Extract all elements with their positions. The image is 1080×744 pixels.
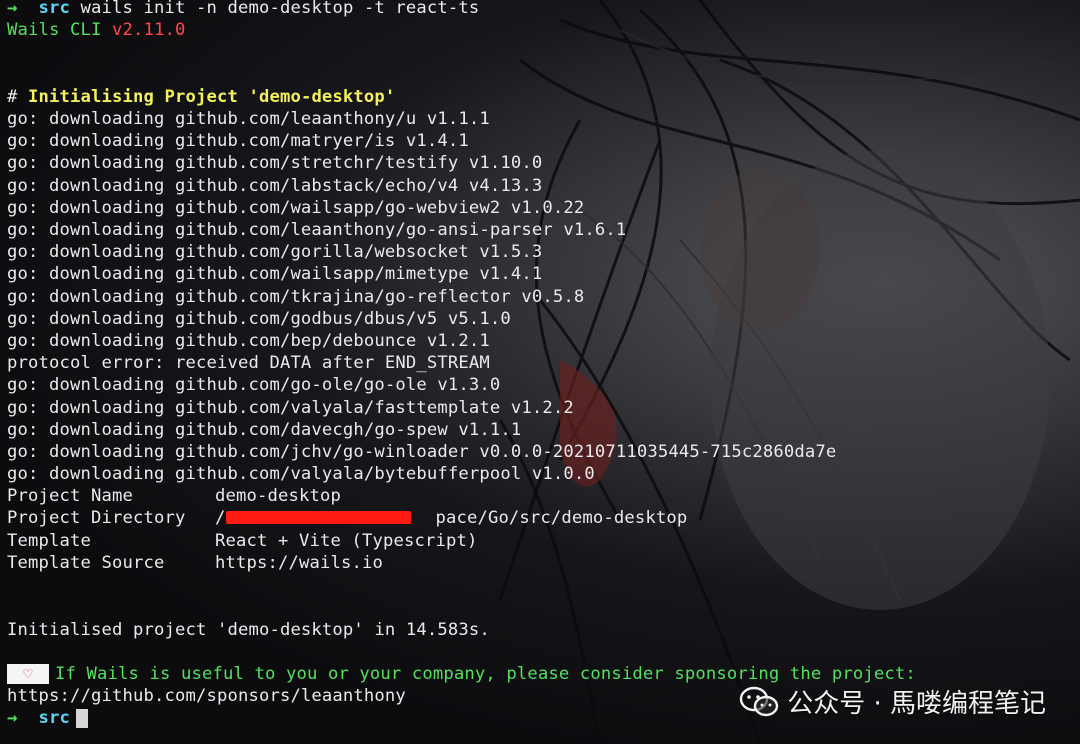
download-line: go: downloading github.com/valyala/byteb… [7,464,595,484]
command-line: → src wails init -n demo-desktop -t reac… [7,0,479,19]
download-line: go: downloading github.com/jchv/go-winlo… [7,442,837,462]
sponsor-line: ♡ If Wails is useful to you or your compa… [7,663,916,685]
final-prompt-line[interactable]: → src [7,707,88,729]
download-line: go: downloading github.com/leaanthony/u … [7,109,490,129]
section-title: Initialising Project 'demo-desktop' [28,87,396,107]
download-line: go: downloading github.com/wailsapp/go-w… [7,198,585,218]
command-text: wails init -n demo-desktop -t react-ts [80,0,480,18]
watermark-text: 公众号 · 馬喽编程笔记 [787,689,1046,719]
terminal-cursor [76,708,88,728]
download-line: go: downloading github.com/matryer/is v1… [7,131,469,151]
prompt-arrow: → [7,708,18,728]
cli-name: Wails CLI [7,20,102,40]
redaction-bar [226,511,411,524]
wechat-icon [740,686,779,716]
template-source-row: Template Source https://wails.io [7,552,383,574]
sponsor-message: If Wails is useful to you or your compan… [55,664,916,684]
section-hash: # [7,87,18,107]
download-line: go: downloading github.com/tkrajina/go-r… [7,287,585,307]
download-line: go: downloading github.com/godbus/dbus/v… [7,309,511,329]
download-line: go: downloading github.com/labstack/echo… [7,176,543,196]
terminal-output[interactable]: → src wails init -n demo-desktop -t reac… [0,0,1080,744]
download-line: go: downloading github.com/davecgh/go-sp… [7,420,522,440]
template-row: Template React + Vite (Typescript) [7,530,477,552]
download-line: go: downloading github.com/stretchr/test… [7,153,543,173]
initialised-message: Initialised project 'demo-desktop' in 14… [7,620,490,640]
prompt-directory: src [38,0,70,18]
watermark: 公众号 · 馬喽编程笔记 [739,683,1046,720]
cli-version-line: Wails CLI v2.11.0 [7,19,185,41]
project-name-row: Project Name demo-desktop [7,485,341,507]
download-line: go: downloading github.com/wailsapp/mime… [7,264,543,284]
prompt-arrow: → [7,0,18,18]
info-key: Template Source [7,553,165,573]
download-line: go: downloading github.com/bep/debounce … [7,331,490,351]
heart-icon: ♡ [7,664,49,684]
download-line: go: downloading github.com/gorilla/webso… [7,242,543,262]
info-key: Template [7,531,91,551]
info-value: https://wails.io [215,553,383,573]
info-key: Project Directory [7,508,186,528]
cli-version: v2.11.0 [111,20,186,40]
protocol-error-line: protocol error: received DATA after END_… [7,353,490,373]
section-heading: # Initialising Project 'demo-desktop' [7,86,395,108]
info-value: demo-desktop [215,486,341,506]
download-line: go: downloading github.com/leaanthony/go… [7,220,627,240]
prompt-directory: src [38,708,70,728]
info-key: Project Name [7,486,133,506]
download-line: go: downloading github.com/valyala/fastt… [7,398,574,418]
sponsor-url[interactable]: https://github.com/sponsors/leaanthony [7,685,406,707]
info-value: React + Vite (Typescript) [215,531,478,551]
download-line: go: downloading github.com/go-ole/go-ole… [7,375,501,395]
